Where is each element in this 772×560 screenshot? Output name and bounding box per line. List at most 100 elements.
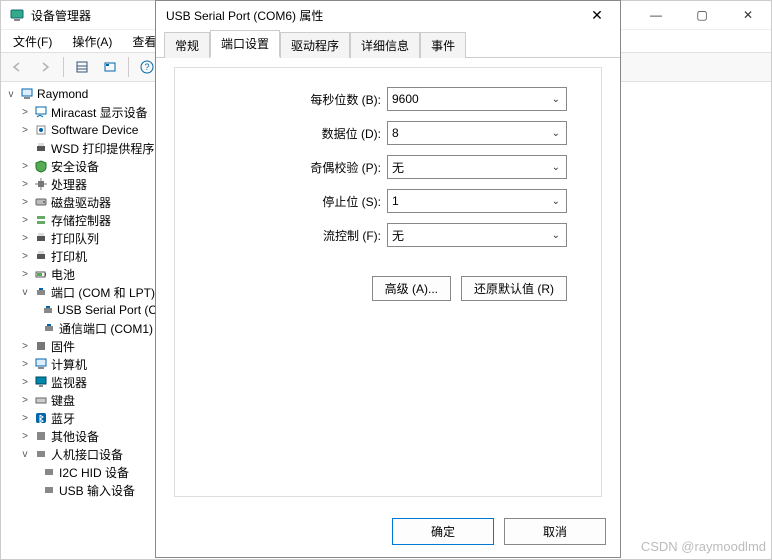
- databits-select[interactable]: 8 ⌄: [387, 121, 567, 145]
- tree-item-usb-serial[interactable]: USB Serial Port (COM6): [1, 301, 155, 319]
- port-icon: [33, 284, 49, 300]
- tree-item[interactable]: > 打印队列: [1, 229, 155, 247]
- tree-item[interactable]: >安全设备: [1, 157, 155, 175]
- expander-icon[interactable]: v: [5, 89, 17, 100]
- close-button[interactable]: ✕: [725, 1, 771, 29]
- computer-icon: [33, 356, 49, 372]
- port-icon: [41, 320, 57, 336]
- toolbar-forward-icon: [33, 55, 57, 79]
- expander-icon[interactable]: >: [19, 107, 31, 118]
- ok-button[interactable]: 确定: [392, 518, 494, 545]
- expander-icon[interactable]: >: [19, 359, 31, 370]
- expander-icon[interactable]: v: [19, 287, 31, 298]
- tree-item-label: WSD 打印提供程序: [51, 140, 154, 157]
- parity-select[interactable]: 无 ⌄: [387, 155, 567, 179]
- tab-details[interactable]: 详细信息: [350, 32, 420, 58]
- flowcontrol-select[interactable]: 无 ⌄: [387, 223, 567, 247]
- tree-item[interactable]: > 固件: [1, 337, 155, 355]
- tree-item-label: 磁盘驱动器: [51, 194, 111, 211]
- printer-icon: [33, 140, 49, 156]
- expander-icon[interactable]: >: [19, 125, 31, 136]
- expander-icon[interactable]: >: [19, 413, 31, 424]
- baud-label: 每秒位数 (B):: [310, 91, 387, 108]
- tree-item-label: I2C HID 设备: [59, 464, 129, 481]
- computer-icon: [19, 86, 35, 102]
- advanced-button[interactable]: 高级 (A)...: [372, 276, 451, 301]
- tree-item[interactable]: > 磁盘驱动器: [1, 193, 155, 211]
- expander-icon[interactable]: >: [19, 395, 31, 406]
- watermark: CSDN @raymoodlmd: [641, 539, 766, 554]
- expander-icon[interactable]: >: [19, 233, 31, 244]
- tree-item[interactable]: >键盘: [1, 391, 155, 409]
- tree-item[interactable]: > 存储控制器: [1, 211, 155, 229]
- tab-general[interactable]: 常规: [164, 32, 210, 58]
- tab-port-settings[interactable]: 端口设置: [210, 30, 280, 58]
- chevron-down-icon: ⌄: [552, 94, 566, 105]
- tree-item[interactable]: > 打印机: [1, 247, 155, 265]
- tree-item-ports[interactable]: v端口 (COM 和 LPT): [1, 283, 155, 301]
- toolbar-view-icon[interactable]: [70, 55, 94, 79]
- hid-icon: [33, 446, 49, 462]
- device-tree[interactable]: v Raymond > Miracast 显示设备 >Software Devic…: [1, 81, 155, 559]
- tree-item-usb-input[interactable]: USB 输入设备: [1, 481, 155, 499]
- tree-item[interactable]: >计算机: [1, 355, 155, 373]
- bluetooth-icon: [33, 410, 49, 426]
- tree-item-i2c-hid[interactable]: I2C HID 设备: [1, 463, 155, 481]
- tree-item-label: Miracast 显示设备: [51, 104, 148, 121]
- maximize-button[interactable]: ▢: [679, 1, 725, 29]
- tree-item-label: 打印机: [51, 248, 87, 265]
- toolbar-back-icon: [5, 55, 29, 79]
- expander-icon[interactable]: >: [19, 215, 31, 226]
- tree-item[interactable]: >蓝牙: [1, 409, 155, 427]
- expander-icon[interactable]: >: [19, 377, 31, 388]
- chevron-down-icon: ⌄: [552, 230, 566, 241]
- window-controls: — ▢ ✕: [633, 1, 771, 29]
- chevron-down-icon: ⌄: [552, 196, 566, 207]
- toolbar-details-icon[interactable]: [98, 55, 122, 79]
- expander-icon[interactable]: v: [19, 449, 31, 460]
- hid-icon: [41, 464, 57, 480]
- parity-value: 无: [392, 159, 404, 176]
- close-button[interactable]: ✕: [574, 1, 620, 29]
- tree-item-label: 监视器: [51, 374, 87, 391]
- tab-driver[interactable]: 驱动程序: [280, 32, 350, 58]
- expander-icon[interactable]: >: [19, 269, 31, 280]
- tree-item[interactable]: >电池: [1, 265, 155, 283]
- tree-item[interactable]: > Miracast 显示设备: [1, 103, 155, 121]
- stopbits-select[interactable]: 1 ⌄: [387, 189, 567, 213]
- tree-item-hid[interactable]: v人机接口设备: [1, 445, 155, 463]
- tree-item-label: 存储控制器: [51, 212, 111, 229]
- expander-icon[interactable]: >: [19, 197, 31, 208]
- tree-item[interactable]: > 其他设备: [1, 427, 155, 445]
- minimize-button[interactable]: —: [633, 1, 679, 29]
- tree-item-label: 其他设备: [51, 428, 99, 445]
- tree-item-label: USB Serial Port (COM6): [57, 303, 155, 317]
- tab-events[interactable]: 事件: [420, 32, 466, 58]
- tree-root[interactable]: v Raymond: [1, 85, 155, 103]
- security-icon: [33, 158, 49, 174]
- flowcontrol-value: 无: [392, 227, 404, 244]
- tree-item-label: USB 输入设备: [59, 482, 135, 499]
- tree-item[interactable]: .WSD 打印提供程序: [1, 139, 155, 157]
- expander-icon[interactable]: >: [19, 161, 31, 172]
- print-queue-icon: [33, 230, 49, 246]
- cancel-button[interactable]: 取消: [504, 518, 606, 545]
- restore-defaults-button[interactable]: 还原默认值 (R): [461, 276, 567, 301]
- tree-item[interactable]: >处理器: [1, 175, 155, 193]
- cpu-icon: [33, 176, 49, 192]
- menu-action[interactable]: 操作(A): [64, 31, 120, 52]
- tree-item-com1[interactable]: 通信端口 (COM1): [1, 319, 155, 337]
- tree-item[interactable]: > 监视器: [1, 373, 155, 391]
- expander-icon[interactable]: >: [19, 179, 31, 190]
- chevron-down-icon: ⌄: [552, 128, 566, 139]
- baud-select[interactable]: 9600 ⌄: [387, 87, 567, 111]
- svg-text:?: ?: [144, 62, 149, 72]
- tree-item[interactable]: >Software Device: [1, 121, 155, 139]
- expander-icon[interactable]: >: [19, 431, 31, 442]
- expander-icon[interactable]: >: [19, 251, 31, 262]
- tree-item-label: 打印队列: [51, 230, 99, 247]
- expander-icon[interactable]: >: [19, 341, 31, 352]
- tree-item-label: 固件: [51, 338, 75, 355]
- keyboard-icon: [33, 392, 49, 408]
- menu-file[interactable]: 文件(F): [5, 31, 60, 52]
